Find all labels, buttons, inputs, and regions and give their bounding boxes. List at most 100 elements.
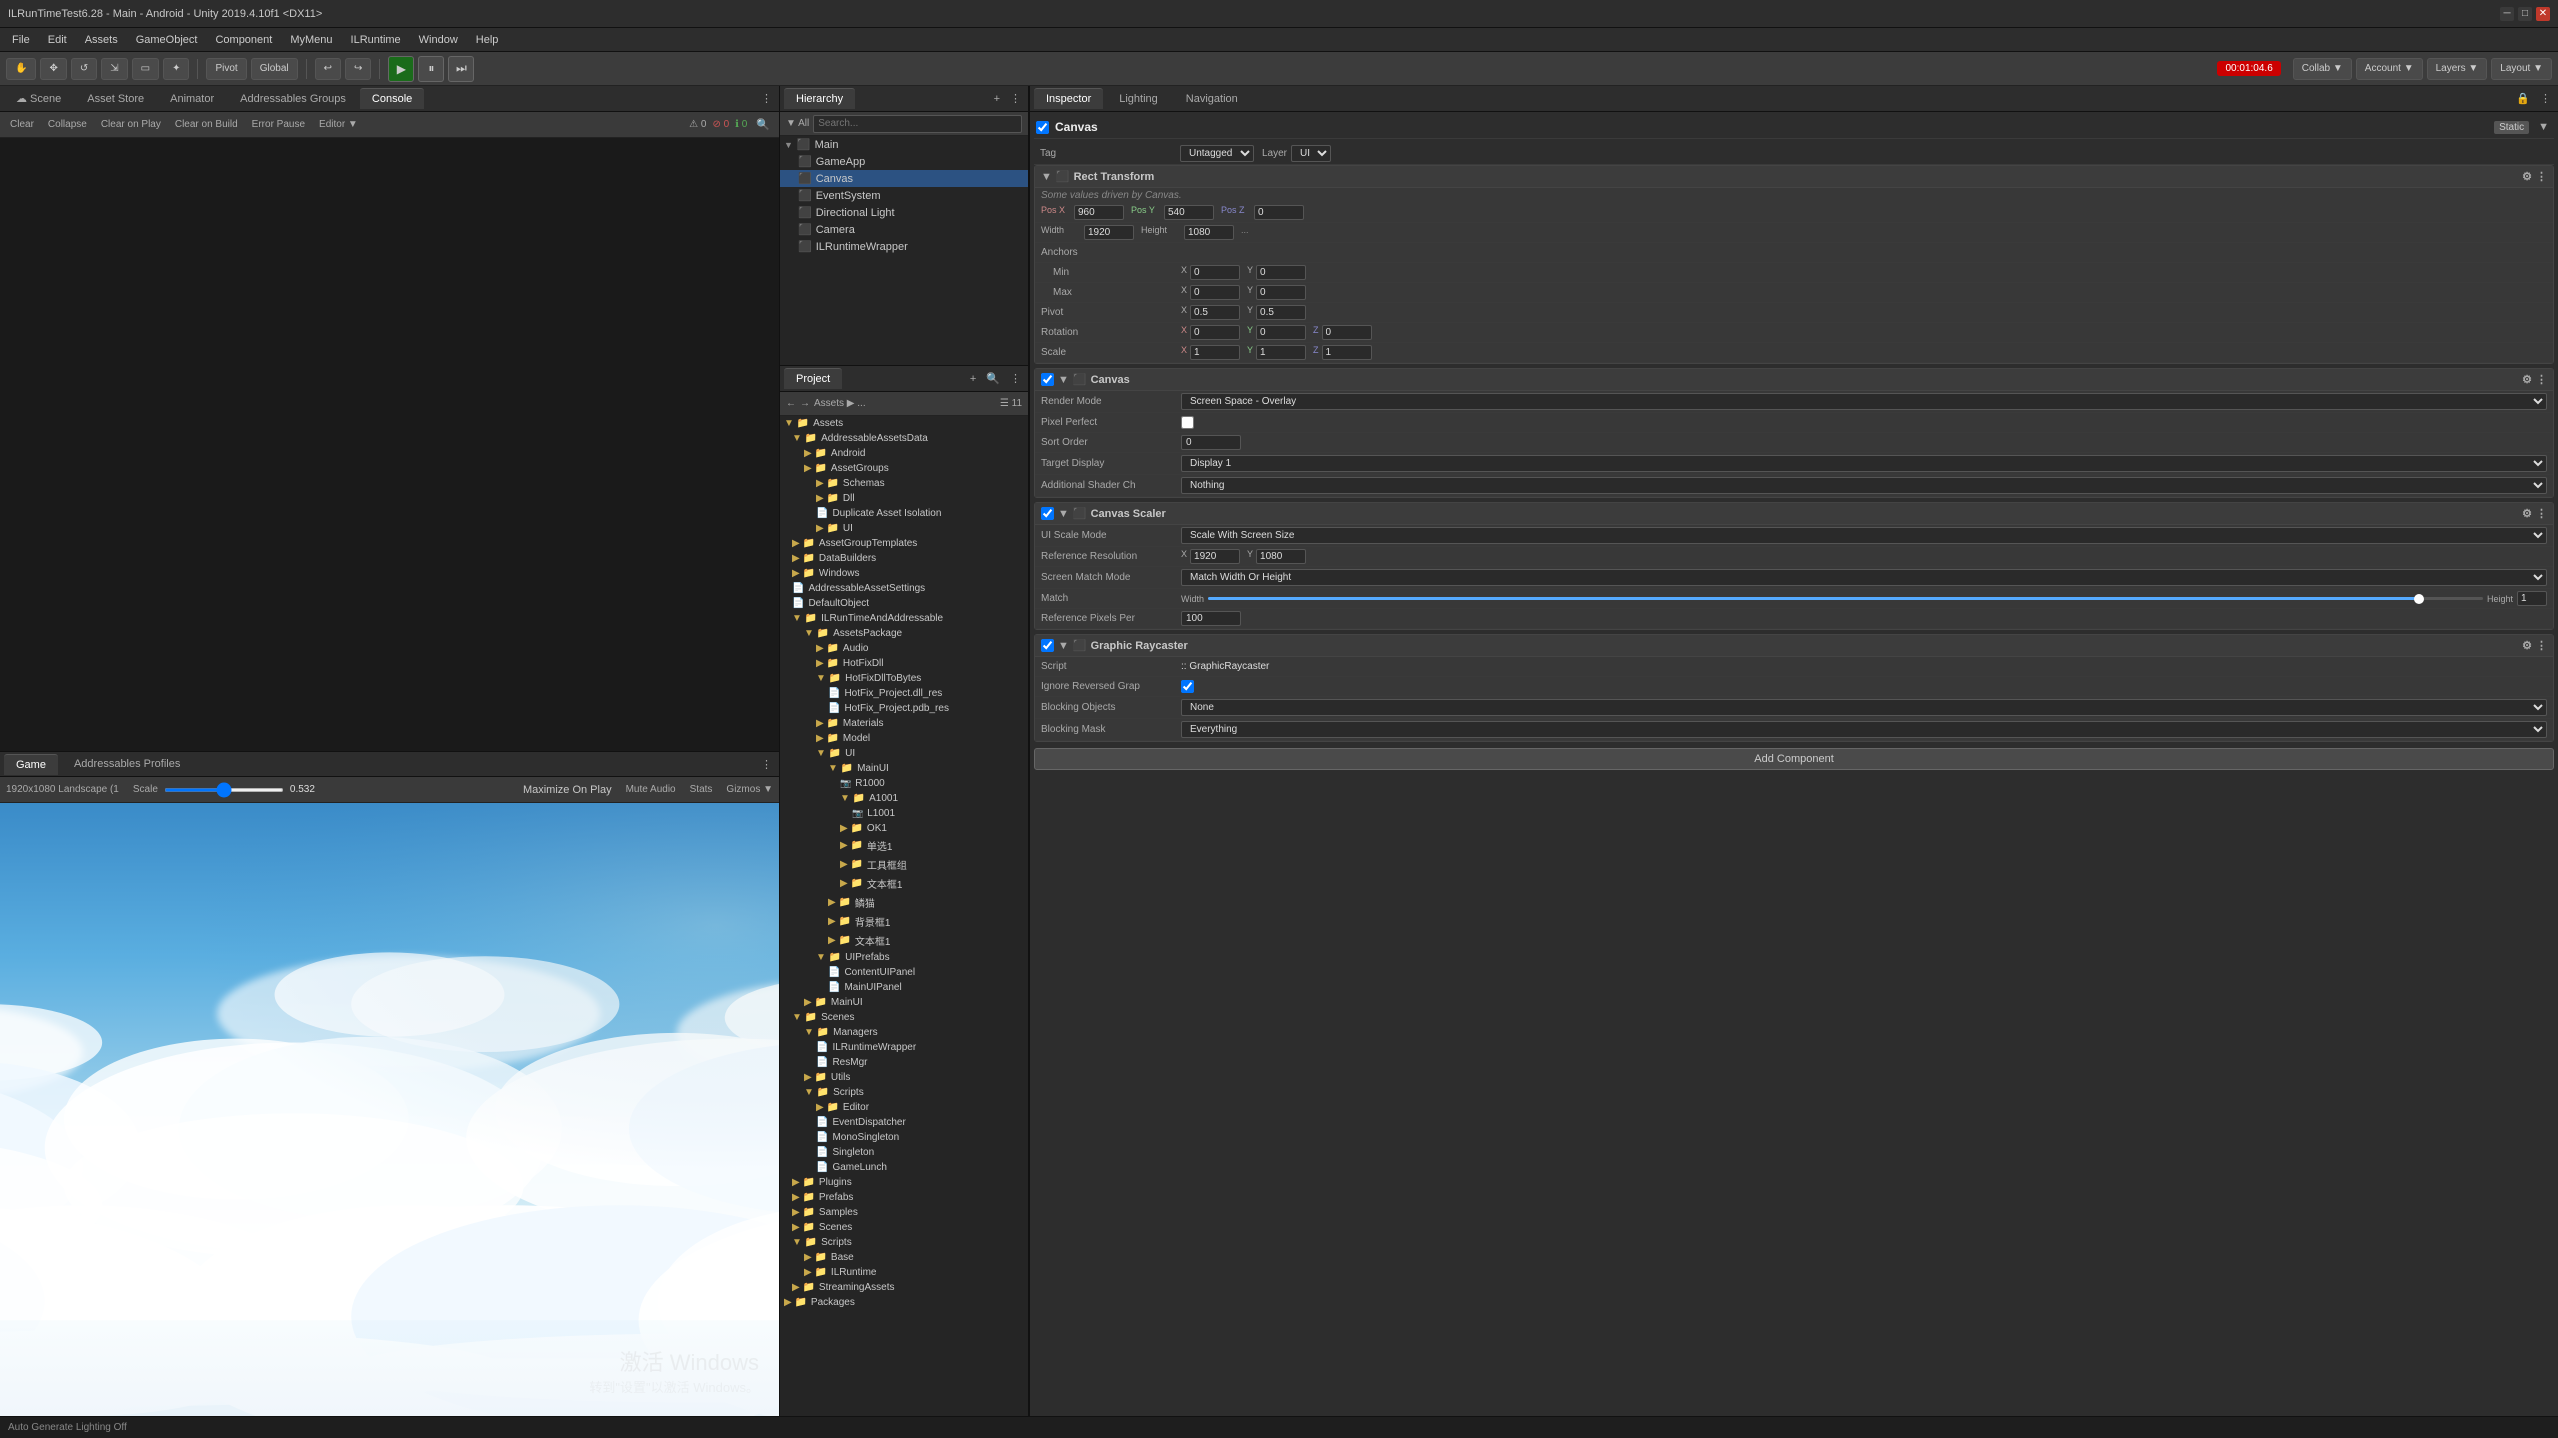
p-gamelunch[interactable]: 📄 GameLunch xyxy=(780,1160,1028,1175)
p-linmao[interactable]: ▶ 📁 鳞猫 xyxy=(780,893,1028,912)
hierarchy-add-btn[interactable]: + xyxy=(991,92,1003,106)
p-schemas[interactable]: ▶ 📁 Schemas xyxy=(780,476,1028,491)
p-mainui2[interactable]: ▶ 📁 MainUI xyxy=(780,995,1028,1010)
rot-z[interactable] xyxy=(1322,325,1372,340)
inspector-lock[interactable]: 🔒 xyxy=(2513,91,2533,106)
p-eventdispatcher[interactable]: 📄 EventDispatcher xyxy=(780,1115,1028,1130)
canvas-scaler-settings[interactable]: ⚙ xyxy=(2522,507,2532,520)
object-active-checkbox[interactable] xyxy=(1036,121,1049,134)
pos-y-input[interactable] xyxy=(1164,205,1214,220)
p-r1000[interactable]: 📷 R1000 xyxy=(780,776,1028,791)
undo-btn[interactable]: ↩ xyxy=(315,58,341,80)
pos-x-input[interactable] xyxy=(1074,205,1124,220)
canvas-settings[interactable]: ⚙ xyxy=(2522,373,2532,386)
p-hotfixdlltobytes[interactable]: ▼ 📁 HotFixDllToBytes xyxy=(780,671,1028,686)
anchor-min-x[interactable] xyxy=(1190,265,1240,280)
additional-shader-select[interactable]: Nothing xyxy=(1181,477,2547,494)
p-bg-frame1[interactable]: ▶ 📁 背景框1 xyxy=(780,912,1028,931)
tab-addressables-groups[interactable]: Addressables Groups xyxy=(228,89,358,109)
menu-gameobject[interactable]: GameObject xyxy=(128,32,206,48)
p-singleton[interactable]: 📄 Singleton xyxy=(780,1145,1028,1160)
tab-inspector[interactable]: Inspector xyxy=(1034,88,1103,109)
p-duplicate-asset[interactable]: 📄 Duplicate Asset Isolation xyxy=(780,506,1028,521)
p-ilruntimeandaddressable[interactable]: ▼ 📁 ILRunTimeAndAddressable xyxy=(780,611,1028,626)
hand-tool[interactable]: ✋ xyxy=(6,58,36,80)
p-hotfix-dll-res[interactable]: 📄 HotFix_Project.dll_res xyxy=(780,686,1028,701)
p-single1[interactable]: ▶ 📁 单选1 xyxy=(780,836,1028,855)
console-clear-on-play-btn[interactable]: Clear on Play xyxy=(97,118,165,131)
gr-blocking-objects-select[interactable]: None xyxy=(1181,699,2547,716)
ref-res-x[interactable] xyxy=(1190,549,1240,564)
layout-btn[interactable]: Layout ▼ xyxy=(2491,58,2552,80)
project-settings-btn[interactable]: ⋮ xyxy=(1007,371,1024,386)
p-defaultobject[interactable]: 📄 DefaultObject xyxy=(780,596,1028,611)
p-tool-frame[interactable]: ▶ 📁 工具框组 xyxy=(780,855,1028,874)
p-databuilders[interactable]: ▶ 📁 DataBuilders xyxy=(780,551,1028,566)
project-forward[interactable]: → xyxy=(800,398,810,409)
h-item-directional-light[interactable]: ⬛ Directional Light xyxy=(780,204,1028,221)
game-panel-settings[interactable]: ⋮ xyxy=(758,757,775,772)
menu-help[interactable]: Help xyxy=(468,32,507,48)
h-item-gameapp[interactable]: ⬛ GameApp xyxy=(780,153,1028,170)
gizmos-btn[interactable]: Gizmos ▼ xyxy=(726,784,773,795)
tab-scene[interactable]: ☁ Scene xyxy=(4,88,73,109)
canvas-menu[interactable]: ⋮ xyxy=(2536,373,2547,386)
p-audio[interactable]: ▶ 📁 Audio xyxy=(780,641,1028,656)
console-search[interactable]: 🔍 xyxy=(753,117,773,132)
gr-menu[interactable]: ⋮ xyxy=(2536,639,2547,652)
anchor-max-x[interactable] xyxy=(1190,285,1240,300)
sort-order-input[interactable] xyxy=(1181,435,1241,450)
p-scripts[interactable]: ▼ 📁 Scripts xyxy=(780,1085,1028,1100)
menu-edit[interactable]: Edit xyxy=(40,32,75,48)
p-contentuipanel[interactable]: 📄 ContentUIPanel xyxy=(780,965,1028,980)
add-component-btn[interactable]: Add Component xyxy=(1034,748,2554,770)
pixel-perfect-checkbox[interactable] xyxy=(1181,416,1194,429)
canvas-scaler-menu[interactable]: ⋮ xyxy=(2536,507,2547,520)
h-item-ilruntimewrapper[interactable]: ⬛ ILRuntimeWrapper xyxy=(780,238,1028,255)
match-value[interactable] xyxy=(2517,591,2547,606)
p-assetgroups[interactable]: ▶ 📁 AssetGroups xyxy=(780,461,1028,476)
p-streamingassets[interactable]: ▶ 📁 StreamingAssets xyxy=(780,1280,1028,1295)
p-materials[interactable]: ▶ 📁 Materials xyxy=(780,716,1028,731)
p-base[interactable]: ▶ 📁 Base xyxy=(780,1250,1028,1265)
p-dll[interactable]: ▶ 📁 Dll xyxy=(780,491,1028,506)
tab-animator[interactable]: Animator xyxy=(158,89,226,109)
maximize-btn[interactable]: □ xyxy=(2518,7,2532,21)
minimize-btn[interactable]: ─ xyxy=(2500,7,2514,21)
pivot-y[interactable] xyxy=(1256,305,1306,320)
menu-mymenu[interactable]: MyMenu xyxy=(282,32,340,48)
p-mainuipanel[interactable]: 📄 MainUIPanel xyxy=(780,980,1028,995)
pivot-x[interactable] xyxy=(1190,305,1240,320)
p-addressable-assets-data[interactable]: ▼ 📁 AddressableAssetsData xyxy=(780,431,1028,446)
maximize-btn-game[interactable]: Maximize On Play xyxy=(523,784,612,796)
p-mainui[interactable]: ▼ 📁 MainUI xyxy=(780,761,1028,776)
scale-z[interactable] xyxy=(1322,345,1372,360)
tab-lighting[interactable]: Lighting xyxy=(1107,89,1170,109)
gr-blocking-mask-select[interactable]: Everything xyxy=(1181,721,2547,738)
tag-select[interactable]: Untagged xyxy=(1180,145,1254,162)
redo-btn[interactable]: ↪ xyxy=(345,58,371,80)
menu-assets[interactable]: Assets xyxy=(77,32,126,48)
p-utils[interactable]: ▶ 📁 Utils xyxy=(780,1070,1028,1085)
p-a1001[interactable]: ▼ 📁 A1001 xyxy=(780,791,1028,806)
p-text-frame1[interactable]: ▶ 📁 文本框1 xyxy=(780,874,1028,893)
scale-tool[interactable]: ⇲ xyxy=(101,58,127,80)
layers-btn[interactable]: Layers ▼ xyxy=(2427,58,2488,80)
mute-btn[interactable]: Mute Audio xyxy=(626,784,676,795)
tab-navigation[interactable]: Navigation xyxy=(1174,89,1250,109)
step-btn[interactable]: ⏭ xyxy=(448,56,474,82)
p-text-frame1b[interactable]: ▶ 📁 文本框1 xyxy=(780,931,1028,950)
tab-asset-store[interactable]: Asset Store xyxy=(75,89,156,109)
height-input[interactable] xyxy=(1184,225,1234,240)
p-samples[interactable]: ▶ 📁 Samples xyxy=(780,1205,1028,1220)
anchor-min-y[interactable] xyxy=(1256,265,1306,280)
p-hotfixdll[interactable]: ▶ 📁 HotFixDll xyxy=(780,656,1028,671)
p-packages[interactable]: ▶ 📁 Packages xyxy=(780,1295,1028,1310)
scene-panel-settings[interactable]: ⋮ xyxy=(758,91,775,106)
rotate-tool[interactable]: ↺ xyxy=(71,58,97,80)
menu-ilruntime[interactable]: ILRuntime xyxy=(343,32,409,48)
p-editor[interactable]: ▶ 📁 Editor xyxy=(780,1100,1028,1115)
transform-tool[interactable]: ✦ xyxy=(163,58,189,80)
p-monosingleton[interactable]: 📄 MonoSingleton xyxy=(780,1130,1028,1145)
rect-transform-menu[interactable]: ⋮ xyxy=(2536,170,2547,183)
